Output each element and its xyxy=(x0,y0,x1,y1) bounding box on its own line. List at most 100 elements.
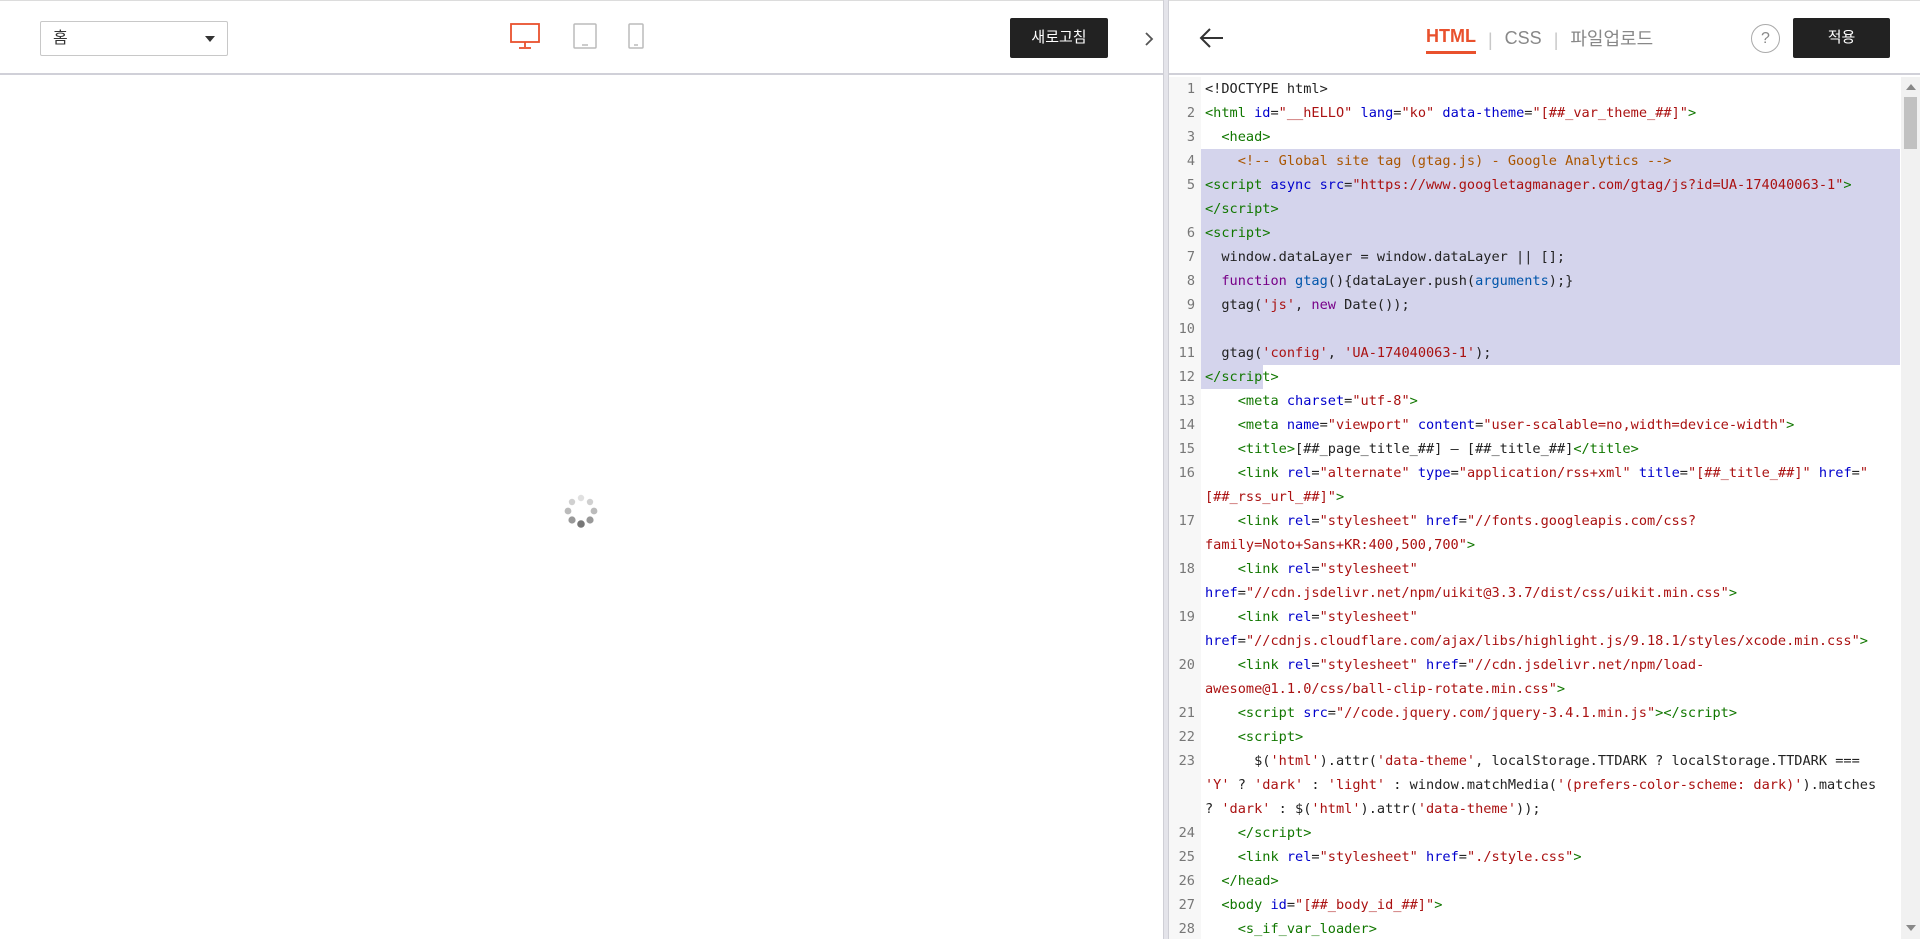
line-number: 1 xyxy=(1169,77,1201,101)
code-line[interactable]: 15 <title>[##_page_title_##] — [##_title… xyxy=(1169,437,1900,461)
line-number xyxy=(1169,773,1201,797)
line-number: 28 xyxy=(1169,917,1201,939)
code-line-text: href="//cdnjs.cloudflare.com/ajax/libs/h… xyxy=(1205,633,1868,649)
refresh-button[interactable]: 새로고침 xyxy=(1010,18,1108,58)
line-number: 14 xyxy=(1169,413,1201,437)
code-line[interactable]: 11 gtag('config', 'UA-174040063-1'); xyxy=(1169,341,1900,365)
code-line[interactable]: 27 <body id="[##_body_id_##]"> xyxy=(1169,893,1900,917)
code-line[interactable]: 18 <link rel="stylesheet" xyxy=(1169,557,1900,581)
editor-toolbar: HTML | CSS | 파일업로드 ? 적용 xyxy=(1169,0,1920,75)
code-line[interactable]: href="//cdn.jsdelivr.net/npm/uikit@3.3.7… xyxy=(1169,581,1900,605)
line-number: 12 xyxy=(1169,365,1201,389)
line-number xyxy=(1169,677,1201,701)
code-line[interactable]: 'Y' ? 'dark' : 'light' : window.matchMed… xyxy=(1169,773,1900,797)
line-number: 23 xyxy=(1169,749,1201,773)
code-line[interactable]: 8 function gtag(){dataLayer.push(argumen… xyxy=(1169,269,1900,293)
code-line[interactable]: 2 <html id="__hELLO" lang="ko" data-theme… xyxy=(1169,101,1900,125)
code-line-text: <meta charset="utf-8"> xyxy=(1237,393,1418,409)
code-line[interactable]: ? 'dark' : $('html').attr('data-theme'))… xyxy=(1169,797,1900,821)
line-number: 9 xyxy=(1169,293,1201,317)
code-line-text: function gtag(){dataLayer.push(arguments… xyxy=(1201,269,1900,293)
line-number: 16 xyxy=(1169,461,1201,485)
scrollbar-thumb[interactable] xyxy=(1904,97,1917,149)
code-line-text: <link rel="stylesheet" xyxy=(1237,609,1418,625)
code-line[interactable]: 7 window.dataLayer = window.dataLayer ||… xyxy=(1169,245,1900,269)
code-line-text: <title>[##_page_title_##] — [##_title_##… xyxy=(1237,441,1639,457)
line-number: 27 xyxy=(1169,893,1201,917)
line-number xyxy=(1169,197,1201,221)
page-select[interactable]: 홈 xyxy=(40,21,228,56)
code-line[interactable]: 14 <meta name="viewport" content="user-s… xyxy=(1169,413,1900,437)
line-number: 4 xyxy=(1169,149,1201,173)
code-line[interactable]: 1 <!DOCTYPE html> xyxy=(1169,77,1900,101)
back-arrow-icon[interactable] xyxy=(1197,23,1227,53)
apply-button[interactable]: 적용 xyxy=(1793,18,1890,58)
line-number: 24 xyxy=(1169,821,1201,845)
line-number: 15 xyxy=(1169,437,1201,461)
code-line-text: <link rel="stylesheet" href="//fonts.goo… xyxy=(1237,513,1697,529)
code-line-text: $('html').attr('data-theme', localStorag… xyxy=(1205,753,1860,769)
line-number: 8 xyxy=(1169,269,1201,293)
code-line[interactable]: 5 <script async src="https://www.googleta… xyxy=(1169,173,1900,197)
vertical-scrollbar[interactable] xyxy=(1901,77,1920,939)
code-line[interactable]: 20 <link rel="stylesheet" href="//cdn.js… xyxy=(1169,653,1900,677)
code-editor[interactable]: 1 <!DOCTYPE html> 2 <html id="__hELLO" lang… xyxy=(1169,77,1900,939)
desktop-icon[interactable] xyxy=(510,23,540,54)
code-line-text: </script> xyxy=(1237,825,1312,841)
code-line[interactable]: </script> xyxy=(1169,197,1900,221)
code-line-text: <!DOCTYPE html> xyxy=(1205,81,1328,97)
code-line-text: <script async src="https://www.googletag… xyxy=(1201,173,1900,197)
code-line-text: href="//cdn.jsdelivr.net/npm/uikit@3.3.7… xyxy=(1205,585,1737,601)
tab-file-upload[interactable]: 파일업로드 xyxy=(1570,25,1653,55)
code-line[interactable]: 25 <link rel="stylesheet" href="./style.… xyxy=(1169,845,1900,869)
code-line[interactable]: 26 </head> xyxy=(1169,869,1900,893)
preview-toolbar: 홈 새로고침 xyxy=(0,0,1163,75)
tab-css[interactable]: CSS xyxy=(1505,28,1542,53)
chevron-right-icon[interactable] xyxy=(1136,21,1163,57)
tab-separator: | xyxy=(1487,29,1493,50)
code-line[interactable]: 9 gtag('js', new Date()); xyxy=(1169,293,1900,317)
line-number xyxy=(1169,533,1201,557)
code-line-text: 'Y' ? 'dark' : 'light' : window.matchMed… xyxy=(1205,777,1877,793)
code-line[interactable]: 4 <!-- Global site tag (gtag.js) - Googl… xyxy=(1169,149,1900,173)
code-line[interactable]: 22 <script> xyxy=(1169,725,1900,749)
code-line[interactable]: 21 <script src="//code.jquery.com/jquery… xyxy=(1169,701,1900,725)
code-line-text: <script> xyxy=(1237,729,1304,745)
code-line-text: <link rel="stylesheet" href="//cdn.jsdel… xyxy=(1237,657,1705,673)
loading-spinner-icon xyxy=(563,493,599,529)
code-line[interactable]: 10 xyxy=(1169,317,1900,341)
mobile-icon[interactable] xyxy=(628,23,644,54)
code-line[interactable]: 6 <script> xyxy=(1169,221,1900,245)
code-line-text: <script src="//code.jquery.com/jquery-3.… xyxy=(1237,705,1738,721)
line-number: 21 xyxy=(1169,701,1201,725)
code-line[interactable]: 13 <meta charset="utf-8"> xyxy=(1169,389,1900,413)
code-line-text: </script> xyxy=(1201,365,1900,389)
scroll-up-icon[interactable] xyxy=(1906,84,1916,90)
code-line[interactable]: [##_rss_url_##]"> xyxy=(1169,485,1900,509)
code-line[interactable]: 3 <head> xyxy=(1169,125,1900,149)
code-line-text: <link rel="alternate" type="application/… xyxy=(1237,465,1869,481)
code-line[interactable]: 17 <link rel="stylesheet" href="//fonts.… xyxy=(1169,509,1900,533)
code-line[interactable]: 16 <link rel="alternate" type="applicati… xyxy=(1169,461,1900,485)
code-line[interactable]: 28 <s_if_var_loader> xyxy=(1169,917,1900,939)
code-line[interactable]: 24 </script> xyxy=(1169,821,1900,845)
line-number: 3 xyxy=(1169,125,1201,149)
code-line[interactable]: href="//cdnjs.cloudflare.com/ajax/libs/h… xyxy=(1169,629,1900,653)
line-number: 2 xyxy=(1169,101,1201,125)
scroll-down-icon[interactable] xyxy=(1906,925,1916,931)
code-line[interactable]: 19 <link rel="stylesheet" xyxy=(1169,605,1900,629)
code-line-text: gtag('js', new Date()); xyxy=(1201,293,1900,317)
code-line[interactable]: family=Noto+Sans+KR:400,500,700"> xyxy=(1169,533,1900,557)
line-number: 17 xyxy=(1169,509,1201,533)
line-number: 20 xyxy=(1169,653,1201,677)
line-number: 26 xyxy=(1169,869,1201,893)
code-line-text: family=Noto+Sans+KR:400,500,700"> xyxy=(1205,537,1476,553)
code-line[interactable]: 12 </script> xyxy=(1169,365,1900,389)
code-line[interactable]: 23 $('html').attr('data-theme', localSto… xyxy=(1169,749,1900,773)
line-number xyxy=(1169,797,1201,821)
editor-pane: HTML | CSS | 파일업로드 ? 적용 1 <!DOCTYPE html>… xyxy=(1169,0,1920,939)
help-icon[interactable]: ? xyxy=(1751,24,1780,53)
code-line[interactable]: awesome@1.1.0/css/ball-clip-rotate.min.c… xyxy=(1169,677,1900,701)
tablet-icon[interactable] xyxy=(573,23,597,54)
tab-html[interactable]: HTML xyxy=(1426,26,1476,54)
